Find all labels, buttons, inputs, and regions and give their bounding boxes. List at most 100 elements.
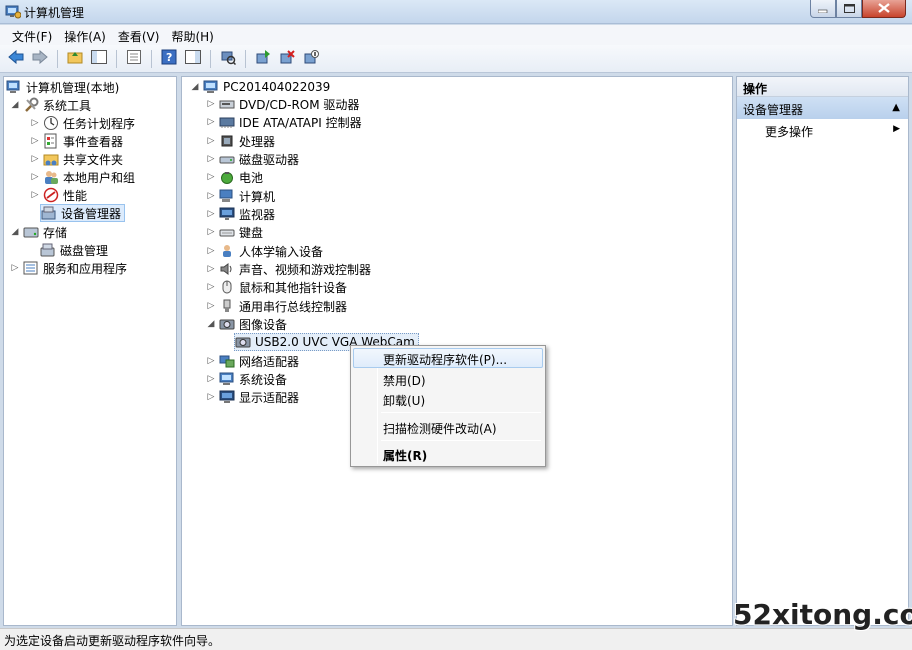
expand-icon[interactable]: ▷ [206,282,216,292]
expand-icon[interactable]: ▷ [30,172,40,182]
expand-icon[interactable]: ▷ [206,99,216,109]
storage-icon [23,224,39,240]
up-folder-button[interactable] [65,49,85,69]
expand-icon[interactable]: ▷ [30,118,40,128]
collapse-icon[interactable]: ◢ [190,82,200,92]
maximize-button[interactable] [836,0,862,18]
device-battery[interactable]: ▷ 电池 [206,168,263,186]
device-ide[interactable]: ▷ IDE ATA/ATAPI 控制器 [206,113,362,131]
expand-icon[interactable]: ▷ [10,263,20,273]
expand-icon[interactable]: ▷ [206,136,216,146]
tree-storage[interactable]: ◢ 存储 [10,223,67,241]
usb-icon [219,298,235,314]
disable-device-icon [303,49,319,68]
dvd-drive-icon [219,96,235,112]
expand-icon[interactable]: ▷ [206,227,216,237]
device-label: 计算机 [239,189,276,204]
device-keyboard[interactable]: ▷ 键盘 [206,223,263,241]
mouse-icon [219,279,235,295]
device-root[interactable]: ◢ PC201404022039 [190,78,331,96]
help-icon: ? [161,49,177,68]
collapse-icon[interactable]: ◢ [10,100,20,110]
device-label: 网络适配器 [239,354,300,369]
tree-root[interactable]: 计算机管理(本地) [6,78,119,96]
show-action-pane-button[interactable] [183,49,203,69]
device-dvd[interactable]: ▷ DVD/CD-ROM 驱动器 [206,95,360,113]
menu-disable[interactable]: 禁用(D) [353,369,543,389]
menu-uninstall[interactable]: 卸载(U) [353,389,543,409]
help-button[interactable]: ? [159,49,179,69]
expand-icon[interactable]: ▷ [206,246,216,256]
menu-update-driver[interactable]: 更新驱动程序软件(P)... [353,348,543,368]
uninstall-button[interactable] [277,49,297,69]
disable-button[interactable] [301,49,321,69]
device-imaging[interactable]: ◢ 图像设备 [206,315,287,333]
tree-event-viewer[interactable]: ▷ 事件查看器 [30,132,123,150]
collapse-up-icon[interactable]: ▲ [892,102,900,113]
tree-system-tools[interactable]: ◢ 系统工具 [10,96,91,114]
battery-icon [219,169,235,185]
expand-icon[interactable]: ▷ [30,136,40,146]
device-network[interactable]: ▷ 网络适配器 [206,352,299,370]
menu-help[interactable]: 帮助(H) [165,25,219,45]
device-processor[interactable]: ▷ 处理器 [206,132,275,150]
update-driver-button[interactable] [253,49,273,69]
tree-label: 服务和应用程序 [43,261,128,276]
minimize-button[interactable] [810,0,836,18]
tree-services-apps[interactable]: ▷ 服务和应用程序 [10,259,127,277]
device-sound[interactable]: ▷ 声音、视频和游戏控制器 [206,260,371,278]
export-list-button[interactable] [124,49,144,69]
menu-scan-hardware[interactable]: 扫描检测硬件改动(A) [353,417,543,437]
computer-management-icon [6,79,22,95]
expand-icon[interactable]: ▷ [30,154,40,164]
close-icon [878,2,890,16]
tree-device-manager[interactable]: 设备管理器 [40,204,126,222]
expand-icon[interactable]: ▷ [206,264,216,274]
expand-icon[interactable]: ▷ [206,374,216,384]
tree-shared-folders[interactable]: ▷ 共享文件夹 [30,150,123,168]
actions-group-device-manager[interactable]: 设备管理器 ▲ [737,97,908,119]
device-display[interactable]: ▷ 显示适配器 [206,388,299,406]
collapse-icon[interactable]: ◢ [10,227,20,237]
expand-icon[interactable]: ▷ [206,209,216,219]
expand-icon[interactable]: ▷ [206,392,216,402]
expand-icon[interactable]: ▷ [206,154,216,164]
show-tree-button[interactable] [89,49,109,69]
expand-icon[interactable]: ▷ [206,191,216,201]
close-button[interactable] [862,0,906,18]
menu-file[interactable]: 文件(F) [6,25,58,45]
menu-view[interactable]: 查看(V) [112,25,166,45]
expand-icon[interactable]: ▷ [206,356,216,366]
device-usb[interactable]: ▷ 通用串行总线控制器 [206,297,347,315]
menu-properties[interactable]: 属性(R) [353,444,543,464]
maximize-icon [843,2,855,16]
device-disk[interactable]: ▷ 磁盘驱动器 [206,150,299,168]
camera-icon [219,316,235,332]
forward-button[interactable] [30,49,50,69]
back-arrow-icon [8,49,24,67]
device-computer[interactable]: ▷ 计算机 [206,187,275,205]
more-actions[interactable]: 更多操作 ▶ [737,119,908,141]
tree-local-users[interactable]: ▷ 本地用户和组 [30,168,135,186]
expand-icon[interactable]: ▷ [206,172,216,182]
device-system[interactable]: ▷ 系统设备 [206,370,287,388]
device-mouse[interactable]: ▷ 鼠标和其他指针设备 [206,278,347,296]
title-bar: 计算机管理 [0,0,912,24]
collapse-icon[interactable]: ◢ [206,319,216,329]
tree-task-scheduler[interactable]: ▷ 任务计划程序 [30,114,135,132]
scan-hardware-button[interactable] [218,49,238,69]
tree-label: 计算机管理(本地) [26,80,120,95]
toolbar-separator [245,49,246,68]
expand-icon[interactable]: ▷ [206,301,216,311]
tree-disk-management[interactable]: 磁盘管理 [40,241,108,259]
tree-label: 共享文件夹 [63,152,124,167]
device-monitor[interactable]: ▷ 监视器 [206,205,275,223]
computer-management-icon [5,4,22,19]
expand-icon[interactable]: ▷ [30,190,40,200]
back-button[interactable] [6,49,26,69]
menu-action[interactable]: 操作(A) [58,25,112,45]
tree-performance[interactable]: ▷ 性能 [30,186,87,204]
expand-icon[interactable]: ▷ [206,117,216,127]
tree-label: 磁盘管理 [60,243,109,258]
device-hid[interactable]: ▷ 人体学输入设备 [206,242,323,260]
